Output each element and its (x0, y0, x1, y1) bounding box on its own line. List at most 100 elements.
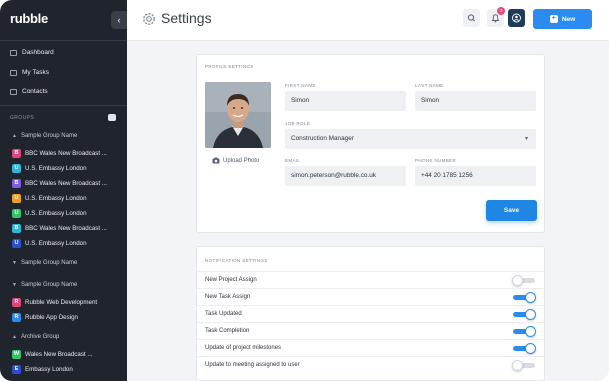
chevron-up-icon: ▲ (12, 334, 17, 340)
notification-row: Task Updated (197, 305, 544, 322)
group-item[interactable]: U U.S. Embassy London (12, 194, 87, 203)
group-item-label: U.S. Embassy London (25, 195, 87, 202)
notification-toggle[interactable] (512, 360, 537, 371)
group-item-label: Rubble Web Development (25, 299, 98, 306)
group-header[interactable]: ▼ Sample Group Name (12, 260, 77, 266)
notification-count-badge: 3 (497, 7, 505, 15)
group-header[interactable]: ▲ Sample Group Name (12, 133, 77, 139)
group-item[interactable]: W Wales New Broadcast ... (12, 350, 93, 359)
nav-item-my-tasks[interactable]: My Tasks (10, 69, 49, 76)
notification-label: Task Updated (205, 311, 242, 317)
save-button[interactable]: Save (486, 200, 537, 221)
chevron-down-icon: ▼ (12, 260, 17, 266)
group-header[interactable]: ▼ Sample Group Name (12, 282, 77, 288)
email-input[interactable]: simon.peterson@rubble.co.uk (285, 166, 406, 186)
notification-row: Update to meeting assigned to user (197, 356, 544, 373)
last-name-input[interactable]: Simon (415, 91, 536, 111)
chevron-up-icon: ▲ (12, 133, 17, 139)
nav-item-label: Contacts (22, 88, 48, 95)
groups-heading: GROUPS (10, 115, 35, 121)
group-name: Sample Group Name (20, 260, 78, 266)
new-button[interactable]: + New (533, 9, 592, 29)
group-item[interactable]: U U.S. Embassy London (12, 164, 87, 173)
group-item-label: Embassy London (25, 366, 73, 373)
group-item[interactable]: U U.S. Embassy London (12, 239, 87, 248)
collapse-sidebar-button[interactable]: ‹ (111, 11, 127, 29)
notification-settings-card: NOTIFICATION SETTINGS New Project Assign… (196, 246, 545, 381)
group-item-label: Wales New Broadcast ... (25, 351, 93, 358)
search-button[interactable] (463, 9, 480, 27)
group-item-label: BBC Wales New Broadcast ... (25, 225, 107, 232)
notification-label: Update of project milestones (205, 345, 282, 351)
gear-icon (143, 13, 155, 25)
app-logo[interactable]: rubble (10, 11, 48, 26)
plus-icon: + (549, 15, 558, 23)
group-item[interactable]: R Rubble Web Development (12, 298, 97, 307)
notification-toggle[interactable] (512, 275, 537, 286)
group-item-badge: R (12, 313, 21, 322)
app-window: rubble ‹ Dashboard My Tasks Contacts GRO… (0, 0, 609, 381)
notification-label: New Project Assign (205, 277, 257, 283)
nav-item-label: Dashboard (22, 49, 54, 56)
group-item-badge: E (12, 365, 21, 374)
group-item-label: U.S. Embassy London (25, 210, 87, 217)
notification-toggle[interactable] (513, 309, 537, 320)
user-icon (512, 13, 521, 23)
job-role-select[interactable]: Construction Manager ▾ (285, 129, 536, 149)
page-title: Settings (161, 10, 212, 26)
notification-section-title: NOTIFICATION SETTINGS (205, 258, 268, 263)
group-item-label: BBC Wales New Broadcast ... (25, 180, 107, 187)
email-label: EMAIL (285, 158, 301, 163)
nav-item-label: My Tasks (22, 69, 49, 76)
nav-item-dashboard[interactable]: Dashboard (10, 49, 54, 56)
profile-section-title: PROFILE SETTINGS (205, 64, 254, 69)
group-item[interactable]: B BBC Wales New Broadcast ... (12, 224, 107, 233)
group-item-label: BBC Wales New Broadcast ... (25, 150, 107, 157)
group-item[interactable]: U U.S. Embassy London (12, 209, 87, 218)
notification-row: New Project Assign (197, 271, 544, 288)
group-item-badge: B (12, 179, 21, 188)
profile-settings-card: PROFILE SETTINGS Upload Photo FIRST NAME… (196, 54, 545, 233)
profile-photo (205, 82, 271, 148)
group-item-badge: U (12, 239, 21, 248)
contacts-icon (10, 88, 17, 95)
notification-row: Update of project milestones (197, 339, 544, 356)
group-item[interactable]: B BBC Wales New Broadcast ... (12, 149, 107, 158)
notification-toggle[interactable] (513, 343, 537, 354)
toggle-knob (512, 275, 523, 286)
new-button-label: New (561, 15, 576, 23)
groups-toggle-button[interactable] (108, 114, 116, 121)
upload-photo-button[interactable]: Upload Photo (212, 157, 259, 164)
notification-label: Task Completion (205, 328, 250, 334)
group-item-badge: U (12, 164, 21, 173)
phone-label: PHONE NUMBER (415, 158, 457, 163)
first-name-input[interactable]: Simon (285, 91, 406, 111)
dashboard-icon (10, 49, 17, 56)
tasks-icon (10, 69, 17, 76)
profile-button[interactable] (508, 9, 525, 27)
group-item-label: U.S. Embassy London (25, 240, 87, 247)
search-icon (467, 14, 475, 22)
sidebar-divider (0, 105, 127, 106)
toggle-knob (525, 292, 536, 303)
nav-item-contacts[interactable]: Contacts (10, 88, 48, 95)
first-name-label: FIRST NAME (285, 83, 316, 88)
camera-icon (212, 157, 220, 164)
notification-toggle[interactable] (513, 292, 537, 303)
last-name-label: LAST NAME (415, 83, 444, 88)
notification-toggle[interactable] (513, 326, 537, 337)
group-name: Archive Group (20, 334, 60, 340)
group-item[interactable]: B BBC Wales New Broadcast ... (12, 179, 107, 188)
toggle-knob (525, 326, 536, 337)
sidebar-divider (0, 40, 127, 41)
group-item-badge: W (12, 350, 21, 359)
group-header[interactable]: ▲ Archive Group (12, 334, 59, 340)
upload-photo-label: Upload Photo (223, 157, 260, 164)
group-item[interactable]: R Rubble App Design (12, 313, 78, 322)
phone-input[interactable]: +44 20 1785 1256 (415, 166, 536, 186)
group-item[interactable]: E Embassy London (12, 365, 73, 374)
group-item-badge: R (12, 298, 21, 307)
chevron-down-icon: ▾ (524, 136, 528, 142)
group-item-badge: U (12, 194, 21, 203)
group-item-badge: B (12, 149, 21, 158)
